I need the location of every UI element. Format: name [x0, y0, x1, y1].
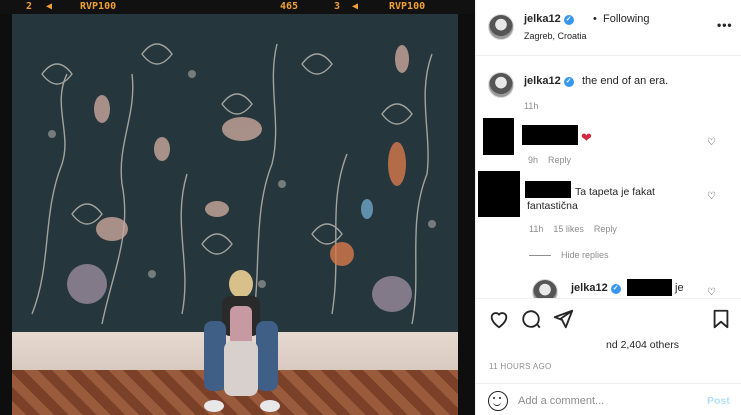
- location-link[interactable]: Zagreb, Croatia: [524, 31, 587, 41]
- reply-text: je: [675, 282, 684, 294]
- red-heart-icon: ❤: [581, 130, 592, 145]
- bookmark-icon[interactable]: [710, 308, 732, 330]
- separator-dot: •: [593, 13, 597, 25]
- header-username[interactable]: jelka12 ✓: [524, 13, 574, 25]
- username-text[interactable]: jelka12: [571, 282, 608, 294]
- comment-bubble-icon[interactable]: [520, 308, 542, 330]
- triangle-left-icon: ◀: [352, 1, 359, 12]
- redacted-avatar: [478, 171, 520, 217]
- redacted-mention: [627, 279, 672, 296]
- film-frame-right: 3: [334, 1, 341, 12]
- comment-text-line2: fantastična: [527, 200, 578, 212]
- comment-like-icon[interactable]: ♡: [707, 287, 716, 298]
- username-text[interactable]: jelka12: [524, 75, 561, 87]
- verified-badge-icon: ✓: [563, 77, 574, 87]
- avatar[interactable]: [488, 72, 514, 98]
- post-header: jelka12 ✓ • Following Zagreb, Croatia •••: [476, 0, 741, 56]
- caption-username[interactable]: jelka12 ✓: [524, 75, 574, 87]
- likes-count[interactable]: nd 2,404 others: [606, 339, 679, 351]
- verified-badge-icon: ✓: [610, 284, 621, 294]
- emoji-icon[interactable]: [488, 391, 508, 411]
- film-code-left: RVP100: [80, 1, 117, 12]
- following-button[interactable]: Following: [603, 13, 649, 25]
- avatar[interactable]: [532, 279, 558, 298]
- comments-list[interactable]: jelka12 ✓ the end of an era. 11h ❤ ♡ 9h Re…: [476, 57, 741, 298]
- redacted-username: [525, 181, 571, 198]
- comment-like-icon[interactable]: ♡: [707, 191, 716, 202]
- comment-meta: 11h 15 likes Reply: [529, 224, 627, 234]
- comment-likes[interactable]: 15 likes: [553, 224, 584, 234]
- divider: [529, 255, 551, 256]
- comment-meta: 9h Reply: [528, 155, 581, 165]
- post-photo[interactable]: 2 ◀ RVP100 465 3 ◀ RVP100: [0, 0, 475, 415]
- hide-replies-button[interactable]: Hide replies: [561, 250, 609, 260]
- post-details-panel: jelka12 ✓ • Following Zagreb, Croatia •••…: [475, 0, 741, 415]
- comment-input[interactable]: [518, 392, 698, 410]
- seated-person: [204, 270, 280, 412]
- post-timestamp[interactable]: 11 HOURS AGO: [489, 362, 552, 371]
- redacted-username: [522, 125, 578, 145]
- film-strip: 2 ◀ RVP100 465 3 ◀ RVP100: [0, 0, 475, 14]
- avatar[interactable]: [488, 14, 514, 40]
- more-options-icon[interactable]: •••: [717, 18, 733, 32]
- comment-like-icon[interactable]: ♡: [707, 137, 716, 148]
- comment-time[interactable]: 9h: [528, 155, 538, 165]
- heart-outline-icon[interactable]: [488, 308, 510, 330]
- comment-time[interactable]: 11h: [529, 224, 543, 234]
- verified-badge-icon: ✓: [563, 15, 574, 25]
- reply-button[interactable]: Reply: [594, 224, 617, 234]
- caption-time[interactable]: 11h: [524, 101, 538, 111]
- triangle-left-icon: ◀: [46, 1, 53, 12]
- post-actions: nd 2,404 others 11 HOURS AGO Post: [476, 298, 741, 415]
- paper-plane-icon[interactable]: [552, 308, 574, 330]
- redacted-avatar: [483, 118, 514, 155]
- reply-button[interactable]: Reply: [548, 155, 571, 165]
- post-button[interactable]: Post: [707, 395, 730, 407]
- comment-text: Ta tapeta je fakat fantastična: [527, 185, 695, 212]
- add-comment-bar: Post: [476, 383, 741, 415]
- film-frame-left: 2: [26, 1, 33, 12]
- film-code-right: RVP100: [389, 1, 426, 12]
- username-text[interactable]: jelka12: [524, 13, 561, 25]
- caption-text: the end of an era.: [582, 75, 669, 87]
- comment-text-line1: Ta tapeta je fakat: [575, 186, 655, 198]
- film-frame-number: 465: [280, 1, 299, 12]
